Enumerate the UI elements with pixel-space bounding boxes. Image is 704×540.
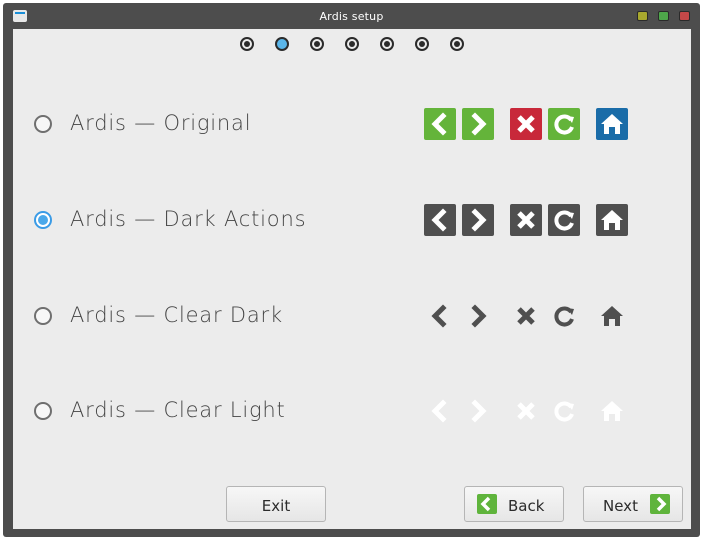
- home-icon: [596, 395, 628, 427]
- home-icon: [596, 300, 628, 332]
- back-icon: [424, 108, 456, 140]
- step-dot-6: [415, 37, 429, 51]
- theme-option-original[interactable]: Ardis — Original: [13, 104, 691, 144]
- reload-icon: [548, 300, 580, 332]
- back-icon: [424, 395, 456, 427]
- forward-icon: [462, 204, 494, 236]
- title-bar: Ardis setup: [3, 3, 700, 29]
- step-dot-2: [275, 37, 289, 51]
- forward-icon: [462, 395, 494, 427]
- stop-icon: [510, 204, 542, 236]
- next-arrow-icon: [650, 494, 670, 514]
- icon-preview-original: [13, 108, 691, 140]
- exit-button[interactable]: Exit: [226, 486, 326, 522]
- theme-option-dark-actions[interactable]: Ardis — Dark Actions: [13, 200, 691, 240]
- next-button-label: Next: [603, 497, 638, 515]
- stop-icon: [510, 108, 542, 140]
- reload-icon: [548, 204, 580, 236]
- close-button[interactable]: [679, 11, 690, 21]
- forward-icon: [462, 300, 494, 332]
- back-button-label: Back: [508, 497, 545, 515]
- home-icon: [596, 204, 628, 236]
- exit-button-label: Exit: [261, 497, 291, 515]
- next-button[interactable]: Next: [583, 486, 683, 522]
- forward-icon: [462, 108, 494, 140]
- back-icon: [424, 204, 456, 236]
- step-indicator: [13, 37, 691, 51]
- wizard-page: Ardis — Original Ardis — Dark Actions Ar…: [13, 29, 691, 529]
- step-dot-5: [380, 37, 394, 51]
- theme-option-clear-light[interactable]: Ardis — Clear Light: [13, 391, 691, 431]
- setup-window: Ardis setup Ardis — Original Ardis — Dar…: [3, 3, 700, 537]
- icon-preview-clear-light: [13, 395, 691, 427]
- back-icon: [424, 300, 456, 332]
- back-button[interactable]: Back: [464, 486, 564, 522]
- stop-icon: [510, 395, 542, 427]
- minimize-button[interactable]: [637, 11, 648, 21]
- step-dot-3: [310, 37, 324, 51]
- step-dot-7: [450, 37, 464, 51]
- reload-icon: [548, 108, 580, 140]
- stop-icon: [510, 300, 542, 332]
- back-arrow-icon: [477, 494, 497, 514]
- maximize-button[interactable]: [658, 11, 669, 21]
- reload-icon: [548, 395, 580, 427]
- home-icon: [596, 108, 628, 140]
- step-dot-4: [345, 37, 359, 51]
- window-title: Ardis setup: [319, 10, 384, 23]
- step-dot-1: [240, 37, 254, 51]
- theme-option-clear-dark[interactable]: Ardis — Clear Dark: [13, 296, 691, 336]
- icon-preview-clear-dark: [13, 300, 691, 332]
- icon-preview-dark-actions: [13, 204, 691, 236]
